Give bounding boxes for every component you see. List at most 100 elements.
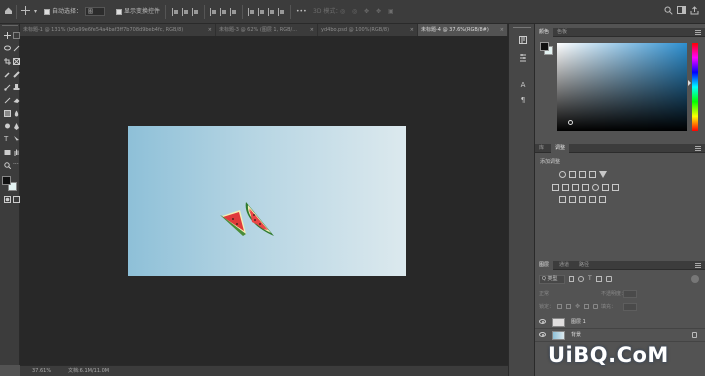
blend-mode-dropdown[interactable]: 正常 — [539, 290, 579, 298]
filter-type-icon[interactable]: T — [588, 275, 592, 282]
filter-adjustment-icon[interactable] — [578, 276, 584, 282]
levels-icon[interactable] — [569, 171, 576, 178]
lock-artboard-icon[interactable] — [584, 304, 589, 309]
more-options-icon[interactable]: ••• — [296, 6, 307, 18]
document-tab[interactable]: yd4bo.psd @ 100%(RGB/8) × — [318, 24, 418, 36]
quick-select-tool-icon[interactable] — [13, 45, 20, 52]
history-brush-tool-icon[interactable] — [4, 97, 11, 104]
tab-channels[interactable]: 通道 — [555, 261, 573, 270]
tab-layers[interactable]: 图层 — [535, 261, 554, 270]
channel-mixer-icon[interactable] — [602, 184, 609, 191]
history-panel-icon[interactable] — [519, 36, 527, 44]
lock-pixels-icon[interactable] — [566, 304, 571, 309]
character-panel-icon[interactable]: A — [519, 81, 527, 89]
color-balance-icon[interactable] — [572, 184, 579, 191]
opacity-input[interactable] — [623, 290, 637, 298]
color-picker-field[interactable] — [557, 43, 687, 131]
threshold-icon[interactable] — [579, 196, 586, 203]
brightness-contrast-icon[interactable] — [559, 171, 566, 178]
workspace-icon[interactable] — [677, 6, 686, 18]
layer-name[interactable]: 背景 — [571, 329, 581, 342]
gradient-map-triangle-icon[interactable] — [599, 171, 607, 178]
hand-tool-icon[interactable] — [13, 149, 20, 156]
screen-mode-icon[interactable] — [13, 196, 20, 203]
filter-toggle-icon[interactable] — [691, 275, 699, 283]
zoom-tool-icon[interactable] — [4, 162, 11, 169]
document-canvas[interactable] — [128, 126, 406, 276]
visibility-eye-icon[interactable] — [539, 319, 546, 324]
move-tool-icon[interactable] — [21, 6, 30, 18]
pen-tool-icon[interactable] — [13, 123, 20, 130]
dodge-tool-icon[interactable] — [4, 123, 11, 130]
lock-all-icon[interactable] — [593, 304, 598, 309]
auto-select-dropdown[interactable]: 图 — [82, 6, 105, 18]
type-tool-icon[interactable]: T — [4, 136, 11, 143]
gradient-map-icon[interactable] — [589, 196, 596, 203]
tab-color[interactable]: 颜色 — [535, 28, 554, 37]
move-tool-icon[interactable] — [4, 32, 11, 39]
scale-3d-icon[interactable]: ▣ — [388, 6, 394, 18]
paragraph-panel-icon[interactable]: ¶ — [519, 96, 527, 104]
tool-preset-chevron-icon[interactable]: ▾ — [34, 6, 37, 18]
eraser-tool-icon[interactable] — [13, 97, 20, 104]
healing-brush-tool-icon[interactable] — [13, 71, 20, 78]
align-middle-icon[interactable] — [220, 8, 227, 16]
hue-saturation-icon[interactable] — [562, 184, 569, 191]
panel-menu-icon[interactable] — [695, 30, 701, 35]
document-tab[interactable]: 未标题-1 @ 131% (b0e99e6fe54a4baf3ff7b708d9… — [20, 24, 216, 36]
marquee-tool-icon[interactable] — [13, 32, 20, 39]
hue-slider[interactable] — [692, 43, 698, 131]
eyedropper-tool-icon[interactable] — [4, 71, 11, 78]
document-tab[interactable]: 未标题-3 @ 62% (图层 1, RGB/... × — [216, 24, 318, 36]
slide-3d-icon[interactable]: ✥ — [376, 6, 381, 18]
pan-3d-icon[interactable]: ✥ — [364, 6, 369, 18]
tab-paths[interactable]: 路径 — [575, 261, 593, 270]
black-white-icon[interactable] — [582, 184, 589, 191]
search-icon[interactable] — [664, 6, 673, 18]
filter-smart-object-icon[interactable] — [606, 276, 612, 282]
tab-adjustments[interactable]: 调整 — [551, 144, 570, 153]
tab-swatches[interactable]: 色板 — [553, 28, 571, 37]
brush-tool-icon[interactable] — [4, 84, 11, 91]
clone-stamp-tool-icon[interactable] — [13, 84, 20, 91]
align-right-icon[interactable] — [192, 8, 199, 16]
document-info[interactable]: 文档:6.1M/11.0M — [68, 366, 109, 376]
visibility-eye-icon[interactable] — [539, 332, 546, 337]
document-tab-active[interactable]: 未标题-4 @ 37.6%(RGB/8#) × — [418, 24, 508, 36]
distribute-bottom-icon[interactable] — [268, 8, 275, 16]
orbit-3d-icon[interactable]: ◎ — [340, 6, 345, 18]
close-icon[interactable]: × — [500, 24, 504, 36]
posterize-icon[interactable] — [569, 196, 576, 203]
distribute-left-icon[interactable] — [278, 8, 285, 16]
distribute-top-icon[interactable] — [248, 8, 255, 16]
layer-kind-filter[interactable]: Q 类型 — [539, 275, 565, 284]
rectangle-tool-icon[interactable] — [4, 149, 11, 156]
lasso-tool-icon[interactable] — [4, 45, 11, 52]
crop-tool-icon[interactable] — [4, 58, 11, 65]
panel-menu-icon[interactable] — [695, 263, 701, 268]
more-tools-icon[interactable]: ··· — [13, 162, 20, 169]
gradient-tool-icon[interactable] — [4, 110, 11, 117]
quick-mask-icon[interactable] — [4, 196, 11, 203]
color-picker-cursor[interactable] — [568, 120, 573, 125]
close-icon[interactable]: × — [208, 24, 212, 36]
foreground-color-swatch-front[interactable] — [2, 176, 11, 185]
layer-row[interactable]: 背景 — [535, 329, 705, 342]
close-icon[interactable]: × — [410, 24, 414, 36]
lock-transparent-icon[interactable] — [557, 304, 562, 309]
close-icon[interactable]: × — [310, 24, 314, 36]
align-left-icon[interactable] — [172, 8, 179, 16]
blur-tool-icon[interactable] — [13, 110, 20, 117]
exposure-icon[interactable] — [589, 171, 596, 178]
align-center-icon[interactable] — [182, 8, 189, 16]
auto-select-checkbox[interactable]: 自动选择： — [44, 6, 82, 18]
properties-panel-icon[interactable] — [519, 54, 527, 62]
panel-menu-icon[interactable] — [695, 146, 701, 151]
lock-position-icon[interactable]: ✥ — [575, 303, 580, 310]
selective-color-icon[interactable] — [599, 196, 606, 203]
layer-name[interactable]: 图层 1 — [571, 316, 586, 329]
photo-filter-icon[interactable] — [592, 184, 599, 191]
hue-slider-arrow[interactable] — [688, 80, 691, 86]
align-top-icon[interactable] — [210, 8, 217, 16]
path-selection-tool-icon[interactable] — [13, 136, 20, 143]
